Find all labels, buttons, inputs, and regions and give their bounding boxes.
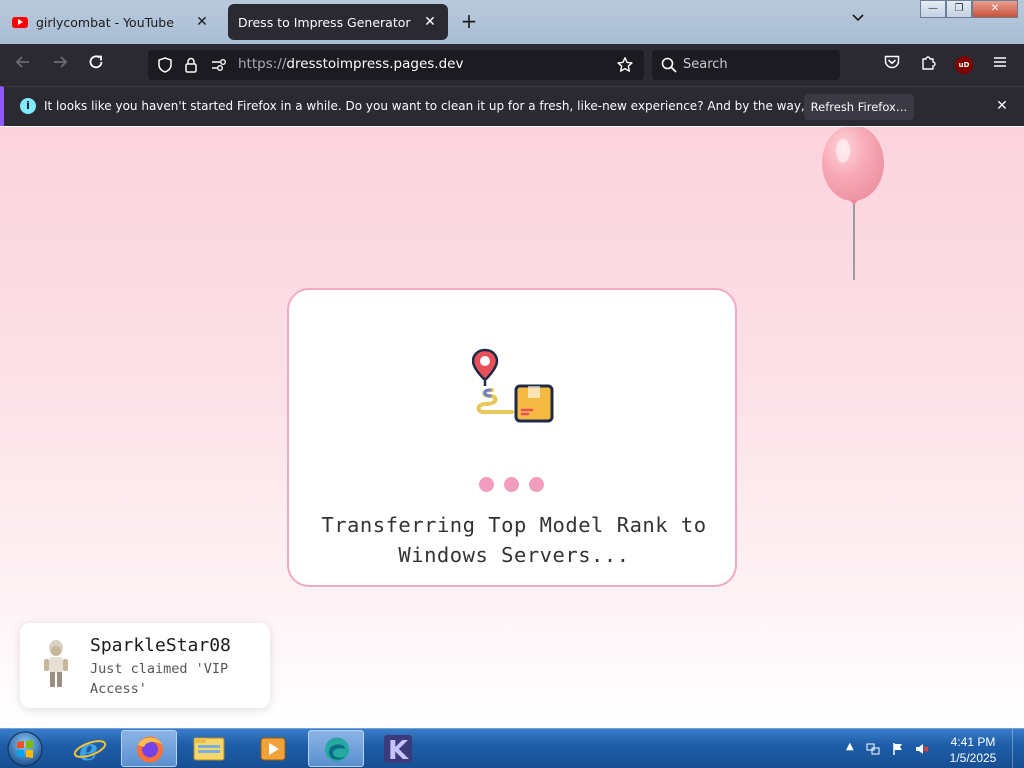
clock-date: 1/5/2025 — [949, 751, 997, 765]
lock-icon[interactable] — [183, 56, 199, 74]
info-icon: i — [20, 98, 36, 114]
delivery-route-icon — [472, 348, 554, 423]
page-content: Transferring Top Model Rank to Windows S… — [0, 127, 1024, 728]
tab-close-button[interactable]: ✕ — [194, 14, 210, 30]
taskbar-edge-app[interactable] — [308, 730, 364, 767]
toast-message: Just claimed 'VIP Access' — [90, 661, 229, 697]
url-text[interactable]: https://dresstoimpress.pages.dev — [238, 56, 463, 72]
taskbar-firefox[interactable] — [121, 730, 177, 767]
taskbar-media-player[interactable] — [245, 730, 301, 767]
loading-dot — [504, 477, 519, 492]
avatar — [44, 640, 68, 687]
claim-notification-toast: SparkleStar08 Just claimed 'VIP Access' — [20, 623, 270, 708]
show-hidden-icons-button[interactable]: ▲ — [846, 741, 854, 752]
chevron-down-icon — [852, 14, 864, 22]
tab-close-button[interactable]: ✕ — [422, 14, 438, 30]
notification-close-button[interactable]: ✕ — [992, 96, 1012, 116]
svg-text:e: e — [79, 733, 98, 767]
file-explorer-icon — [193, 737, 225, 761]
permissions-icon[interactable] — [210, 57, 228, 73]
media-player-icon — [260, 737, 286, 761]
url-protocol: https:// — [238, 56, 287, 72]
navigation-toolbar: https://dresstoimpress.pages.dev Search … — [0, 44, 1024, 86]
loading-status-text: Transferring Top Model Rank to Windows S… — [321, 513, 707, 567]
taskbar-internet-explorer[interactable]: e — [62, 730, 118, 768]
taskbar-k-app[interactable]: K — [370, 730, 426, 767]
forward-button[interactable] — [48, 53, 72, 77]
pocket-icon — [884, 55, 900, 69]
show-desktop-button[interactable] — [1012, 729, 1024, 768]
network-icon[interactable] — [866, 742, 880, 756]
clock-time: 4:41 PM — [950, 735, 996, 749]
bookmark-star-icon[interactable] — [616, 56, 634, 74]
minimize-button[interactable]: — — [920, 0, 946, 18]
shield-icon[interactable] — [156, 56, 174, 74]
tab-dress-to-impress[interactable]: Dress to Impress Generator ✕ — [228, 4, 448, 40]
search-bar[interactable]: Search — [652, 50, 840, 80]
action-center-flag-icon[interactable] — [891, 742, 905, 756]
search-icon — [661, 57, 677, 73]
system-clock[interactable]: 4:41 PM 1/5/2025 — [940, 734, 1006, 766]
edge-like-icon — [325, 737, 349, 762]
refresh-firefox-notification: i It looks like you haven't started Fire… — [0, 86, 1024, 126]
browser-tab-strip: girlycombat - YouTube ✕ Dress to Impress… — [0, 0, 1024, 44]
close-window-button[interactable]: ✕ — [972, 0, 1018, 18]
loading-dot — [529, 477, 544, 492]
hamburger-menu-icon — [994, 57, 1006, 67]
address-bar[interactable]: https://dresstoimpress.pages.dev — [148, 50, 644, 80]
k-app-icon: K — [384, 735, 412, 766]
puzzle-piece-icon — [922, 56, 936, 70]
loading-dot — [479, 477, 494, 492]
firefox-icon — [137, 736, 163, 763]
maximize-button[interactable]: ❐ — [946, 0, 972, 18]
notification-message: It looks like you haven't started Firefo… — [44, 99, 900, 113]
refresh-firefox-button[interactable]: Refresh Firefox… — [804, 94, 914, 120]
loading-dots — [479, 477, 544, 492]
tab-list-button[interactable] — [848, 10, 868, 32]
start-button[interactable] — [6, 730, 44, 768]
balloon-icon — [822, 127, 884, 280]
tab-youtube[interactable]: girlycombat - YouTube ✕ — [2, 5, 220, 39]
volume-muted-icon[interactable] — [915, 742, 929, 756]
taskbar-file-explorer[interactable] — [181, 730, 237, 767]
arrow-right-icon — [54, 56, 68, 68]
reload-icon — [89, 55, 103, 69]
pocket-button[interactable] — [880, 53, 904, 77]
reload-button[interactable] — [84, 53, 108, 77]
menu-button[interactable] — [988, 53, 1012, 77]
search-placeholder: Search — [683, 57, 728, 72]
back-button[interactable] — [11, 53, 35, 77]
window-controls: — ❐ ✕ — [920, 0, 1018, 18]
url-host: dresstoimpress.pages.dev — [286, 56, 464, 72]
youtube-icon — [12, 16, 28, 28]
arrow-left-icon — [15, 56, 29, 68]
tab-label: girlycombat - YouTube — [36, 14, 174, 30]
internet-explorer-icon: e — [73, 733, 107, 768]
extensions-button[interactable] — [917, 53, 941, 77]
svg-text:K: K — [388, 736, 409, 766]
windows-taskbar: e K ▲ 4:41 PM 1/5/2025 — [0, 728, 1024, 768]
new-tab-button[interactable]: + — [458, 10, 480, 32]
ublock-origin-icon[interactable]: uD — [955, 56, 973, 74]
loading-card: Transferring Top Model Rank to Windows S… — [287, 288, 737, 587]
toast-username: SparkleStar08 — [90, 635, 231, 656]
tab-label: Dress to Impress Generator — [238, 14, 411, 30]
